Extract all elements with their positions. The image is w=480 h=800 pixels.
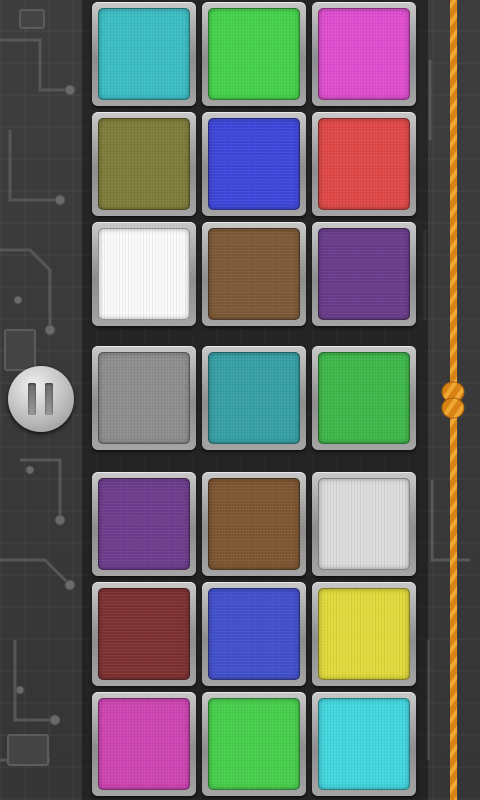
color-tile-face — [208, 352, 300, 444]
color-tile-face — [98, 588, 190, 680]
color-tile[interactable] — [312, 692, 416, 796]
color-tile-face — [318, 228, 410, 320]
color-tile-face — [318, 352, 410, 444]
color-tile-face — [208, 8, 300, 100]
pause-icon-bar — [45, 383, 53, 415]
color-tile[interactable] — [312, 112, 416, 216]
color-tile[interactable] — [92, 472, 196, 576]
color-tile[interactable] — [202, 692, 306, 796]
color-tile[interactable] — [92, 112, 196, 216]
color-tile-face — [318, 478, 410, 570]
rope-knot-icon[interactable] — [441, 381, 465, 419]
color-tile-face — [98, 118, 190, 210]
color-tile-face — [318, 588, 410, 680]
color-tile-face — [318, 118, 410, 210]
color-tile-face — [208, 588, 300, 680]
pause-icon — [28, 383, 36, 415]
rope — [441, 0, 465, 800]
color-tile[interactable] — [202, 112, 306, 216]
color-tile[interactable] — [202, 2, 306, 106]
color-tile-face — [98, 8, 190, 100]
color-tile[interactable] — [312, 222, 416, 326]
color-tile[interactable] — [312, 472, 416, 576]
color-tile-face — [208, 478, 300, 570]
color-tile-face — [208, 698, 300, 790]
color-tile-face — [318, 698, 410, 790]
color-tile[interactable] — [202, 472, 306, 576]
color-tile-face — [208, 118, 300, 210]
pause-button[interactable] — [8, 366, 74, 432]
color-tile[interactable] — [312, 346, 416, 450]
color-tile[interactable] — [92, 2, 196, 106]
color-tile-face — [98, 478, 190, 570]
color-tile[interactable] — [202, 582, 306, 686]
color-tile[interactable] — [92, 346, 196, 450]
color-tile-face — [208, 228, 300, 320]
color-tile-face — [98, 698, 190, 790]
color-tile-face — [98, 352, 190, 444]
color-tile-face — [318, 8, 410, 100]
color-tile[interactable] — [92, 582, 196, 686]
color-tile-face — [98, 228, 190, 320]
color-tile[interactable] — [202, 346, 306, 450]
color-tile[interactable] — [312, 582, 416, 686]
color-tile[interactable] — [202, 222, 306, 326]
color-tile[interactable] — [92, 692, 196, 796]
color-tile[interactable] — [92, 222, 196, 326]
color-tile[interactable] — [312, 2, 416, 106]
